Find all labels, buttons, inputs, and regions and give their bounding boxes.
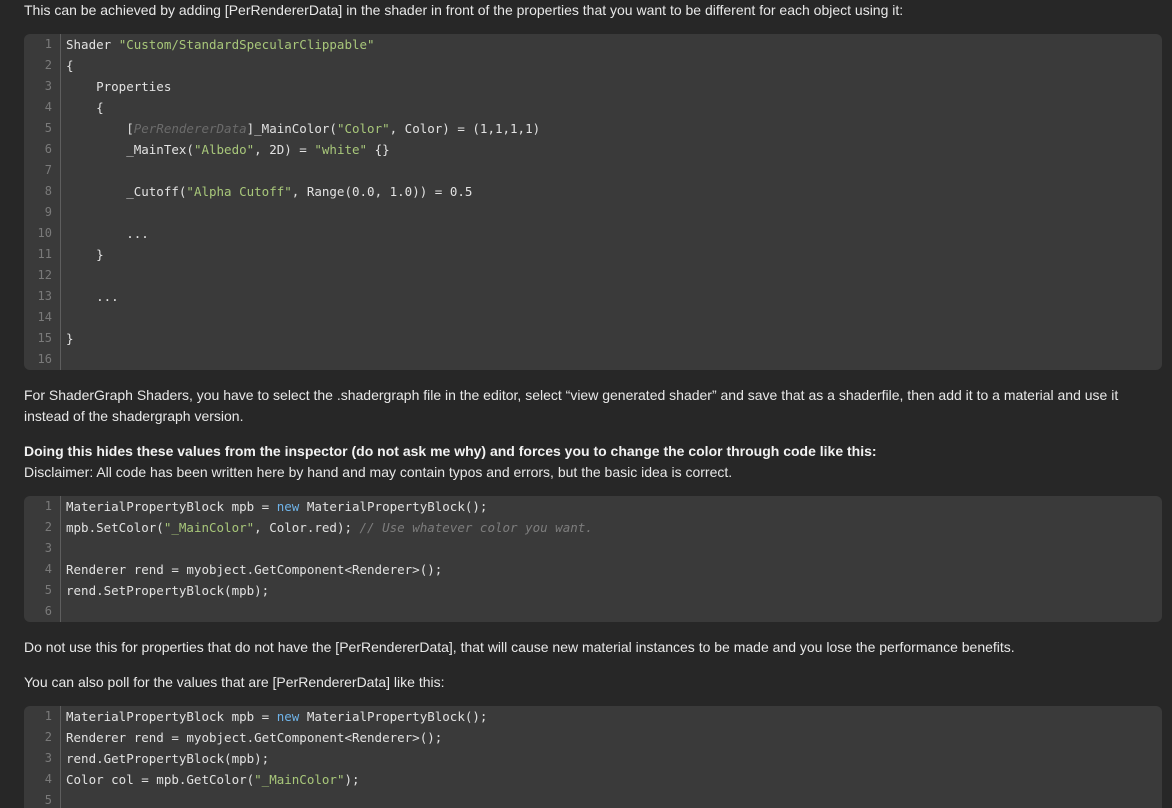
code-line: 8 _Cutoff("Alpha Cutoff", Range(0.0, 1.0… [24, 181, 1162, 202]
line-number: 13 [37, 289, 52, 303]
line-number: 4 [44, 562, 52, 576]
disclaimer-paragraph: Disclaimer: All code has been written he… [24, 464, 733, 480]
code-line: 2 mpb.SetColor("_MainColor", Color.red); … [24, 517, 1162, 538]
line-number: 4 [44, 100, 52, 114]
line-number: 2 [44, 730, 52, 744]
line-number: 8 [44, 184, 52, 198]
line-number: 2 [44, 520, 52, 534]
code-line: 4 { [24, 97, 1162, 118]
code-line: 6 [24, 601, 1162, 622]
line-number: 15 [37, 331, 52, 345]
code-line: 12 [24, 265, 1162, 286]
line-number: 10 [37, 226, 52, 240]
code-line: 2 Renderer rend = myobject.GetComponent<R… [24, 727, 1162, 748]
line-number: 3 [44, 541, 52, 555]
line-number: 2 [44, 58, 52, 72]
line-number: 5 [44, 583, 52, 597]
code-line: 7 [24, 160, 1162, 181]
line-number: 6 [44, 604, 52, 618]
code-line: 6 _MainTex("Albedo", 2D) = "white" {} [24, 139, 1162, 160]
code-line: 5 [24, 790, 1162, 808]
line-number: 14 [37, 310, 52, 324]
code-line: 1 MaterialPropertyBlock mpb = new Materia… [24, 706, 1162, 727]
code-line: 16 [24, 349, 1162, 370]
code-line: 15} [24, 328, 1162, 349]
line-number: 16 [37, 352, 52, 366]
code-block-set-color[interactable]: 1 MaterialPropertyBlock mpb = new Materia… [24, 496, 1162, 622]
code-line: 2{ [24, 55, 1162, 76]
code-line: 14 [24, 307, 1162, 328]
line-number: 1 [44, 499, 52, 513]
line-number: 12 [37, 268, 52, 282]
code-line: 13 ... [24, 286, 1162, 307]
line-number: 4 [44, 772, 52, 786]
code-block-shader[interactable]: 1 Shader "Custom/StandardSpecularClippabl… [24, 34, 1162, 370]
poll-paragraph: You can also poll for the values that ar… [24, 674, 445, 690]
code-line: 5 [PerRendererData]_MainColor("Color", C… [24, 118, 1162, 139]
code-line: 3 rend.GetPropertyBlock(mpb); [24, 748, 1162, 769]
code-line: 10 ... [24, 223, 1162, 244]
code-line: 3 [24, 538, 1162, 559]
code-line: 5 rend.SetPropertyBlock(mpb); [24, 580, 1162, 601]
line-number: 5 [44, 121, 52, 135]
line-number: 1 [44, 37, 52, 51]
code-line: 4 Color col = mpb.GetColor("_MainColor"); [24, 769, 1162, 790]
code-line: 1 Shader "Custom/StandardSpecularClippabl… [24, 34, 1162, 55]
code-line: 1 MaterialPropertyBlock mpb = new Materia… [24, 496, 1162, 517]
bold-paragraph: Doing this hides these values from the i… [24, 443, 877, 459]
warning-paragraph: Do not use this for properties that do n… [24, 639, 1015, 655]
shadergraph-paragraph: For ShaderGraph Shaders, you have to sel… [24, 387, 1119, 424]
line-number: 11 [37, 247, 52, 261]
line-number: 7 [44, 163, 52, 177]
line-number: 5 [44, 793, 52, 807]
line-number: 6 [44, 142, 52, 156]
code-block-get-color[interactable]: 1 MaterialPropertyBlock mpb = new Materia… [24, 706, 1162, 808]
line-number: 1 [44, 709, 52, 723]
forum-post: This can be achieved by adding [PerRende… [0, 0, 1172, 808]
line-number: 3 [44, 79, 52, 93]
line-number: 3 [44, 751, 52, 765]
line-number: 9 [44, 205, 52, 219]
code-line: 3 Properties [24, 76, 1162, 97]
code-line: 9 [24, 202, 1162, 223]
code-line: 4 Renderer rend = myobject.GetComponent<R… [24, 559, 1162, 580]
intro-paragraph: This can be achieved by adding [PerRende… [24, 2, 904, 18]
code-line: 11 } [24, 244, 1162, 265]
